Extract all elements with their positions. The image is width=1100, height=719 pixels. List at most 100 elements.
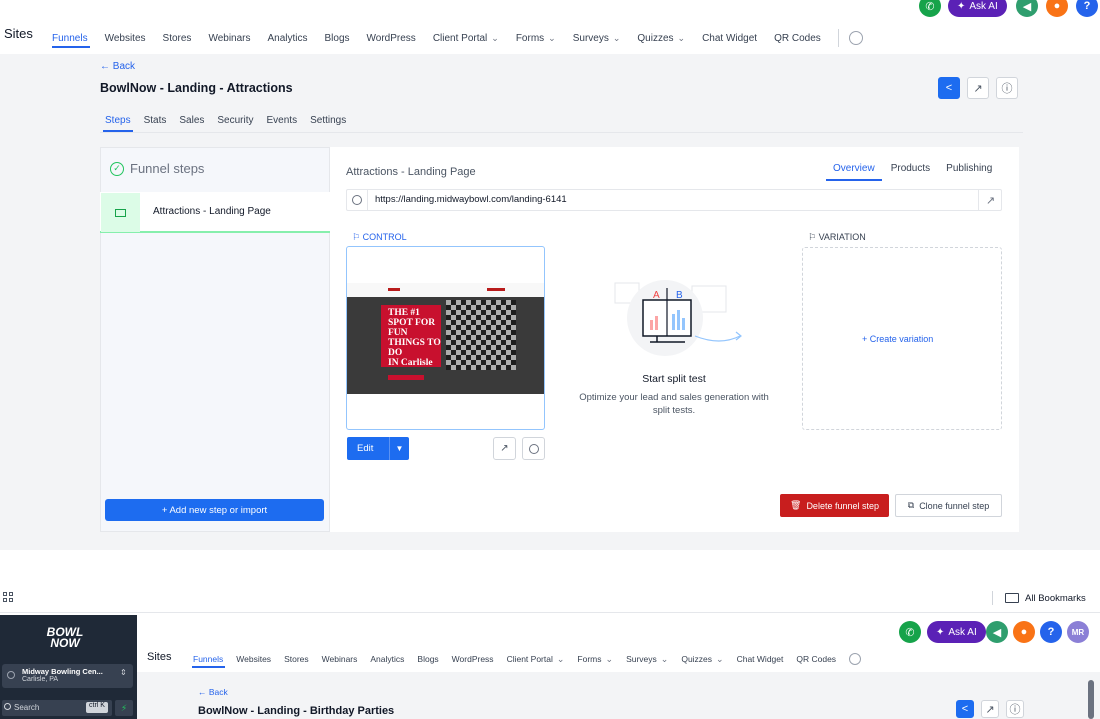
gear-icon[interactable] — [848, 31, 863, 45]
clone-funnel-step-button[interactable]: ⧉ Clone funnel step — [895, 494, 1002, 517]
info-icon: ⓘ — [1001, 83, 1013, 95]
share-button[interactable]: < — [938, 77, 960, 99]
illus-label-b: B — [676, 290, 683, 301]
back-link[interactable]: ← Back — [100, 61, 135, 72]
thumbnail-logo — [388, 288, 400, 291]
tab-settings[interactable]: Settings — [310, 115, 346, 126]
illus-bar — [682, 318, 685, 330]
quick-action-button[interactable]: ⚡ — [115, 700, 133, 716]
step-url[interactable]: https://landing.midwaybowl.com/landing-6… — [375, 194, 567, 205]
nav-blogs[interactable]: Blogs — [325, 33, 350, 44]
flag-icon: ⚐ — [808, 232, 817, 242]
info-icon: ⓘ — [1009, 704, 1021, 716]
search-placeholder: Search — [14, 703, 40, 712]
tab-security[interactable]: Security — [217, 115, 253, 126]
ask-ai-button[interactable]: ✦ Ask AI — [948, 0, 1007, 17]
step-detail-tabs: Overview Products Publishing — [833, 163, 1008, 174]
nav-webinars[interactable]: Webinars — [322, 654, 358, 664]
open-page-button[interactable]: ↗ — [493, 437, 516, 460]
step-item-label: Attractions - Landing Page — [153, 206, 271, 217]
nav-funnels[interactable]: Funnels — [193, 654, 223, 664]
nav-blogs[interactable]: Blogs — [417, 654, 438, 664]
share-icon: < — [961, 703, 969, 715]
page-title: BowlNow - Landing - Attractions — [100, 81, 293, 95]
nav-funnels[interactable]: Funnels — [52, 33, 88, 44]
second-page-title: BowlNow - Landing - Birthday Parties — [198, 705, 395, 717]
apps-grid-icon[interactable] — [3, 592, 13, 602]
back-link[interactable]: ← Back — [198, 687, 228, 697]
nav-forms[interactable]: Forms ⌄ — [516, 33, 556, 44]
thumbnail-hero-text: THE #1 SPOT FOR FUN THINGS TO DO IN Carl… — [388, 308, 441, 368]
tab-sales[interactable]: Sales — [179, 115, 204, 126]
tab-products[interactable]: Products — [891, 163, 930, 174]
thumbnail-cta-top — [487, 288, 505, 291]
open-preview-button[interactable]: ↗ — [967, 77, 989, 99]
mail-icon — [115, 208, 126, 217]
gear-icon[interactable] — [849, 653, 862, 665]
nav-stores[interactable]: Stores — [284, 654, 309, 664]
open-url-button[interactable]: ↗ — [978, 189, 1002, 211]
tab-publishing[interactable]: Publishing — [946, 163, 992, 174]
browser-divider — [0, 612, 1100, 613]
scrollbar[interactable] — [1088, 680, 1094, 719]
nav-chat-widget[interactable]: Chat Widget — [737, 654, 784, 664]
phone-button[interactable]: ✆ — [899, 621, 921, 643]
control-label: ⚐ CONTROL — [352, 232, 407, 242]
nav-wordpress[interactable]: WordPress — [452, 654, 494, 664]
illus-label-a: A — [653, 290, 660, 301]
ask-ai-button[interactable]: ✦ Ask AI — [927, 621, 986, 643]
nav-qr-codes[interactable]: QR Codes — [774, 33, 821, 44]
info-button[interactable]: ⓘ — [1006, 700, 1024, 718]
page-settings-button[interactable] — [522, 437, 545, 460]
user-avatar[interactable]: MR — [1067, 621, 1089, 643]
nav-forms[interactable]: Forms ⌄ — [577, 654, 613, 665]
gear-icon — [528, 443, 539, 454]
tab-events[interactable]: Events — [267, 115, 298, 126]
brand-logo: BOWL NOW — [46, 625, 84, 650]
nav-analytics[interactable]: Analytics — [268, 33, 308, 44]
step-title: Attractions - Landing Page — [346, 166, 476, 178]
nav-analytics[interactable]: Analytics — [370, 654, 404, 664]
tab-steps[interactable]: Steps — [105, 115, 131, 126]
open-preview-button[interactable]: ↗ — [981, 700, 999, 718]
url-settings-button[interactable] — [346, 189, 368, 211]
nav-chat-widget[interactable]: Chat Widget — [702, 33, 757, 44]
nav-webinars[interactable]: Webinars — [208, 33, 250, 44]
top-nav-links: Funnels Websites Stores Webinars Analyti… — [52, 29, 863, 47]
nav-surveys[interactable]: Surveys ⌄ — [573, 33, 621, 44]
announcements-button[interactable]: ◀ — [986, 621, 1008, 643]
create-variation-button[interactable]: + Create variation — [862, 334, 933, 344]
delete-funnel-step-button[interactable]: 🗑 Delete funnel step — [780, 494, 889, 517]
nav-client-portal[interactable]: Client Portal ⌄ — [507, 654, 565, 665]
chevron-down-icon[interactable]: ▼ — [389, 437, 409, 460]
all-bookmarks-link[interactable]: All Bookmarks — [1025, 593, 1086, 604]
nav-websites[interactable]: Websites — [105, 33, 146, 44]
nav-wordpress[interactable]: WordPress — [367, 33, 416, 44]
active-subtab-indicator — [103, 130, 133, 132]
variation-label: ⚐ VARIATION — [808, 232, 866, 242]
nav-stores[interactable]: Stores — [163, 33, 192, 44]
flag-icon: ⚐ — [352, 232, 361, 242]
tab-overview[interactable]: Overview — [833, 163, 875, 174]
help-button[interactable]: ? — [1040, 621, 1062, 643]
nav-quizzes[interactable]: Quizzes ⌄ — [637, 33, 685, 44]
share-button[interactable]: < — [956, 700, 974, 718]
info-button[interactable]: ⓘ — [996, 77, 1018, 99]
illus-bar — [650, 320, 653, 330]
chevron-down-icon: ⌄ — [612, 32, 621, 43]
funnel-steps-header: ✓ Funnel steps — [110, 161, 204, 176]
nav-client-portal[interactable]: Client Portal ⌄ — [433, 33, 499, 44]
external-link-icon: ↗ — [973, 82, 983, 95]
nav-qr-codes[interactable]: QR Codes — [796, 654, 836, 664]
nav-websites[interactable]: Websites — [236, 654, 271, 664]
megaphone-icon: ◀ — [992, 626, 1002, 639]
nav-quizzes[interactable]: Quizzes ⌄ — [681, 654, 723, 665]
chevron-down-icon: ⌄ — [660, 653, 669, 664]
second-app-title: Sites — [147, 651, 172, 663]
thumbnail-header — [347, 283, 544, 297]
notifications-button[interactable]: ● — [1013, 621, 1035, 643]
tab-stats[interactable]: Stats — [144, 115, 167, 126]
edit-button[interactable]: Edit ▼ — [347, 437, 409, 460]
add-step-button[interactable]: + Add new step or import — [105, 499, 324, 521]
nav-surveys[interactable]: Surveys ⌄ — [626, 654, 668, 665]
